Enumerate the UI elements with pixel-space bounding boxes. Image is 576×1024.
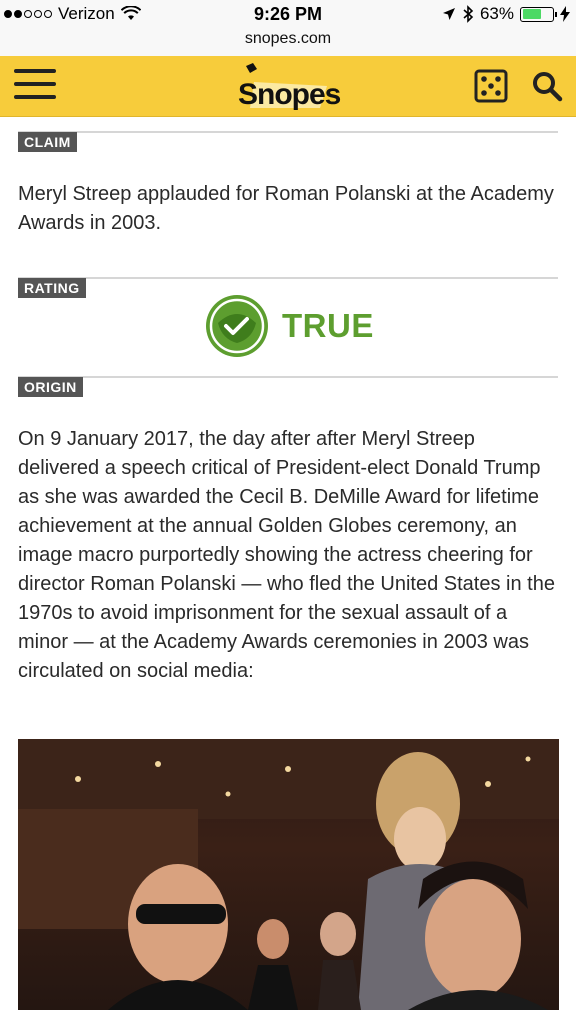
hamburger-menu-icon[interactable] <box>14 69 56 103</box>
article-photo[interactable] <box>18 739 559 1010</box>
location-arrow-icon <box>442 8 455 20</box>
dice-icon[interactable] <box>474 69 508 103</box>
origin-tag: ORIGIN <box>18 377 83 397</box>
claim-tag: CLAIM <box>18 132 77 152</box>
photo-scene <box>18 739 559 1010</box>
rating-value: TRUE <box>282 307 374 344</box>
logo-text: Snopes <box>238 78 341 111</box>
battery-level <box>522 9 541 19</box>
rating-badge: TRUE <box>204 293 404 361</box>
address-bar[interactable]: snopes.com <box>0 28 576 56</box>
origin-divider <box>18 376 558 378</box>
status-right: 63% <box>442 4 570 24</box>
claim-divider <box>18 131 558 133</box>
true-check-icon <box>206 295 268 357</box>
bluetooth-icon <box>463 5 474 23</box>
rating-divider <box>18 277 558 279</box>
battery-icon <box>520 6 557 22</box>
snopes-logo[interactable]: Snopes <box>232 62 342 112</box>
rating-tag: RATING <box>18 278 86 298</box>
origin-text: On 9 January 2017, the day after after M… <box>18 428 555 682</box>
battery-percent: 63% <box>479 4 514 23</box>
charging-bolt-icon <box>560 6 570 22</box>
search-icon[interactable] <box>530 69 564 103</box>
claim-text: Meryl Streep applauded for Roman Polansk… <box>18 183 554 234</box>
